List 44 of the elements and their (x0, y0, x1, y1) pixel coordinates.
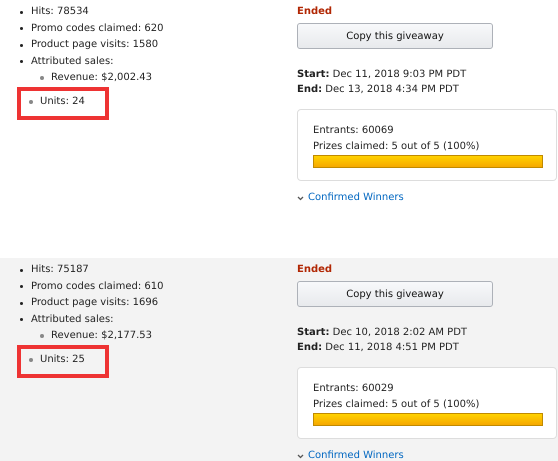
bullet-icon (20, 44, 23, 47)
prizes-claimed: Prizes claimed: 5 out of 5 (100%) (313, 140, 480, 154)
bullet-icon (20, 302, 23, 305)
bullet-icon (40, 76, 44, 80)
date-label: Start: (297, 69, 330, 80)
stat-text: Revenue: $2,177.53 (51, 329, 152, 343)
date-label: Start: (297, 327, 330, 338)
entrants-count: Entrants: 60029 (313, 382, 395, 396)
bullet-icon (29, 358, 33, 362)
stat-text: Promo codes claimed: 610 (31, 280, 164, 294)
date-value: Dec 11, 2018 9:03 PM PDT (332, 69, 466, 80)
confirmed-winners-link[interactable]: Confirmed Winners (297, 191, 404, 205)
bullet-icon (20, 10, 23, 14)
copy-button[interactable]: Copy this giveaway (297, 281, 493, 307)
date-value: Dec 11, 2018 4:51 PM PDT (325, 342, 459, 353)
date-value: Dec 13, 2018 4:34 PM PDT (325, 84, 459, 95)
prizes-claimed: Prizes claimed: 5 out of 5 (100%) (313, 398, 480, 412)
bullet-icon (40, 334, 44, 338)
stat-text: Units: 24 (40, 94, 85, 108)
status-label: Ended (297, 263, 334, 277)
bullet-icon (20, 268, 23, 272)
confirmed-winners-link[interactable]: Confirmed Winners (297, 449, 404, 461)
date-label: End: (297, 342, 322, 353)
date-value: Dec 10, 2018 2:02 AM PDT (332, 327, 468, 338)
stat-text: Attributed sales: (31, 54, 114, 68)
bullet-icon (20, 318, 23, 322)
date-label: End: (297, 84, 322, 95)
stat-text: Attributed sales: (31, 312, 114, 326)
stat-text: Hits: 78534 (31, 5, 89, 19)
status-label: Ended (297, 5, 334, 19)
stat-text: Revenue: $2,002.43 (51, 71, 152, 85)
stat-text: Product page visits: 1580 (31, 38, 158, 52)
chevron-down-icon (297, 454, 304, 458)
bullet-icon (20, 27, 23, 30)
stat-text: Product page visits: 1696 (31, 296, 158, 310)
stat-text: Units: 25 (40, 352, 85, 366)
bullet-icon (20, 285, 23, 288)
chevron-down-icon (297, 196, 304, 200)
bullet-icon (20, 60, 23, 64)
copy-button[interactable]: Copy this giveaway (297, 23, 493, 49)
stat-text: Promo codes claimed: 620 (31, 22, 164, 36)
bullet-icon (29, 100, 33, 104)
entrants-count: Entrants: 60069 (313, 124, 395, 138)
stat-text: Hits: 75187 (31, 263, 89, 277)
